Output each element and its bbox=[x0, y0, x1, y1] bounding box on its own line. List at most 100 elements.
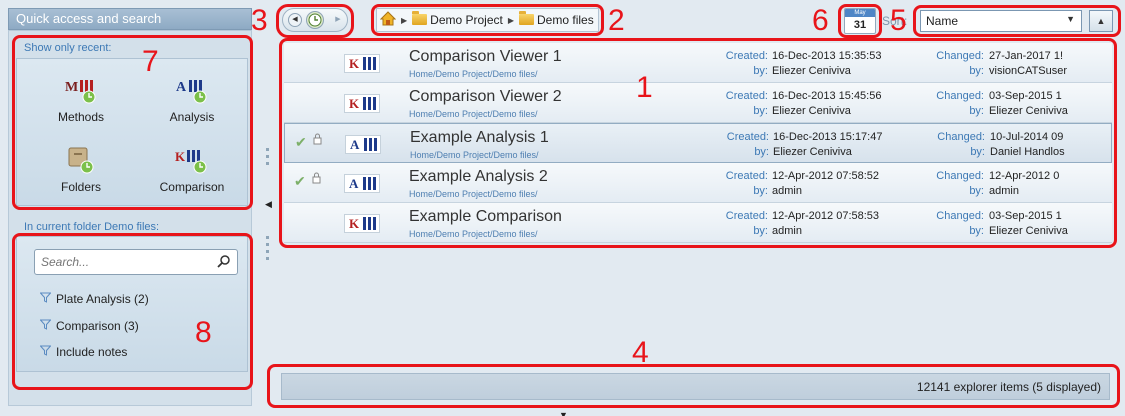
changed-by-value: Daniel Handlos bbox=[990, 146, 1065, 158]
annotation-number-5: 5 bbox=[890, 4, 907, 37]
changed-by-label: by: bbox=[969, 105, 984, 117]
created-by-label: by: bbox=[753, 185, 768, 197]
home-icon[interactable] bbox=[379, 11, 397, 29]
splitter-handle-bottom[interactable] bbox=[266, 236, 269, 264]
changed-value: 27-Jan-2017 1! bbox=[989, 50, 1063, 62]
analysis-icon: A bbox=[344, 174, 380, 193]
breadcrumb-label: Demo Project bbox=[430, 13, 503, 27]
changed-value: 03-Sep-2015 1 bbox=[989, 210, 1062, 222]
breadcrumb-separator-icon[interactable]: ▶ bbox=[508, 16, 514, 25]
folder-icon bbox=[519, 11, 535, 25]
item-name: Example Analysis 2 bbox=[409, 168, 548, 185]
forward-icon[interactable]: ▶ bbox=[331, 13, 345, 27]
changed-by-label: by: bbox=[969, 65, 984, 77]
folders-icon bbox=[63, 146, 99, 174]
collapse-left-icon[interactable]: ◀ bbox=[265, 199, 272, 210]
recent-label: Show only recent: bbox=[24, 42, 112, 54]
svg-text:A: A bbox=[176, 80, 187, 95]
tile-analysis-label: Analysis bbox=[169, 110, 215, 124]
item-path: Home/Demo Project/Demo files/ bbox=[409, 109, 538, 119]
created-value: 12-Apr-2012 07:58:52 bbox=[772, 170, 880, 182]
created-value: 16-Dec-2013 15:35:53 bbox=[772, 50, 882, 62]
created-label: Created: bbox=[725, 50, 768, 62]
splitter-handle-top[interactable] bbox=[266, 148, 269, 169]
changed-by-label: by: bbox=[969, 185, 984, 197]
created-by-label: by: bbox=[753, 225, 768, 237]
sort-value: Name bbox=[926, 14, 959, 28]
created-by-value: admin bbox=[772, 185, 802, 197]
svg-text:M: M bbox=[65, 80, 78, 95]
item-path: Home/Demo Project/Demo files/ bbox=[409, 69, 538, 79]
changed-label: Changed: bbox=[936, 50, 984, 62]
breadcrumb-label: Demo files bbox=[537, 13, 594, 27]
comparison-icon: K bbox=[344, 94, 380, 113]
recent-history-icon[interactable] bbox=[306, 11, 324, 29]
changed-by-value: Eliezer Ceniviva bbox=[989, 225, 1068, 237]
created-by-value: admin bbox=[772, 225, 802, 237]
list-item[interactable]: K Comparison Viewer 1 Home/Demo Project/… bbox=[284, 43, 1112, 83]
svg-text:K: K bbox=[175, 149, 186, 164]
tile-folders[interactable]: Folders bbox=[26, 146, 136, 194]
created-label: Created: bbox=[726, 131, 769, 143]
collapse-down-icon[interactable]: ▼ bbox=[559, 410, 568, 416]
sort-ascending-icon: ▲ bbox=[1096, 16, 1106, 26]
filter-include-notes[interactable]: Include notes bbox=[39, 345, 127, 359]
calendar-month: May bbox=[845, 9, 875, 17]
status-text: 12141 explorer items (5 displayed) bbox=[916, 380, 1101, 394]
analysis-icon: A bbox=[174, 76, 210, 104]
filter-plate-analysis[interactable]: Plate Analysis (2) bbox=[39, 292, 149, 306]
filter-label: Comparison (3) bbox=[56, 319, 139, 333]
changed-value: 10-Jul-2014 09 bbox=[990, 131, 1064, 143]
tile-methods[interactable]: M Methods bbox=[26, 76, 136, 124]
lock-icon bbox=[312, 172, 321, 184]
tile-analysis[interactable]: A Analysis bbox=[137, 76, 247, 124]
search-icon[interactable] bbox=[217, 254, 231, 271]
search-input[interactable] bbox=[35, 250, 211, 274]
created-value: 16-Dec-2013 15:45:56 bbox=[772, 90, 882, 102]
created-label: Created: bbox=[725, 210, 768, 222]
created-by-label: by: bbox=[753, 105, 768, 117]
created-by-value: Eliezer Ceniviva bbox=[772, 65, 851, 77]
quick-access-header: Quick access and search bbox=[8, 8, 252, 30]
breadcrumb-separator-icon[interactable]: ▶ bbox=[401, 16, 407, 25]
list-item-selected[interactable]: ✔ A Example Analysis 1 Home/Demo Project… bbox=[284, 123, 1112, 163]
breadcrumb-demo-files[interactable]: Demo files bbox=[519, 11, 594, 27]
created-by-value: Eliezer Ceniviva bbox=[772, 105, 851, 117]
item-name: Example Comparison bbox=[409, 208, 562, 225]
folder-label: In current folder Demo files: bbox=[24, 221, 160, 233]
back-icon[interactable]: ◀ bbox=[288, 13, 302, 27]
created-by-value: Eliezer Ceniviva bbox=[773, 146, 852, 158]
tile-methods-label: Methods bbox=[57, 110, 105, 124]
search-field[interactable] bbox=[34, 249, 238, 275]
folder-icon bbox=[412, 11, 428, 25]
calendar-icon[interactable]: May 31 bbox=[844, 8, 876, 34]
tile-comparison-label: Comparison bbox=[159, 180, 225, 194]
created-value: 16-Dec-2013 15:17:47 bbox=[773, 131, 883, 143]
filter-icon bbox=[39, 292, 52, 306]
list-item[interactable]: ✔ A Example Analysis 2 Home/Demo Project… bbox=[284, 163, 1112, 203]
tile-comparison[interactable]: K Comparison bbox=[137, 146, 247, 194]
annotation-number-1: 1 bbox=[636, 71, 653, 104]
changed-by-value: visionCATSuser bbox=[989, 65, 1068, 77]
sort-select[interactable]: Name ▼ bbox=[920, 10, 1082, 32]
annotation-number-7: 7 bbox=[142, 45, 159, 78]
breadcrumb: ▶ Demo Project ▶ Demo files bbox=[376, 8, 599, 32]
created-by-label: by: bbox=[754, 146, 769, 158]
list-item[interactable]: K Example Comparison Home/Demo Project/D… bbox=[284, 203, 1112, 243]
filter-comparison[interactable]: Comparison (3) bbox=[39, 319, 139, 333]
list-item[interactable]: K Comparison Viewer 2 Home/Demo Project/… bbox=[284, 83, 1112, 123]
breadcrumb-demo-project[interactable]: Demo Project bbox=[412, 11, 503, 27]
annotation-number-2: 2 bbox=[608, 4, 625, 37]
changed-label: Changed: bbox=[936, 210, 984, 222]
changed-value: 03-Sep-2015 1 bbox=[989, 90, 1062, 102]
methods-icon: M bbox=[63, 76, 99, 104]
annotation-number-3: 3 bbox=[251, 4, 268, 37]
created-label: Created: bbox=[725, 90, 768, 102]
changed-label: Changed: bbox=[936, 90, 984, 102]
created-value: 12-Apr-2012 07:58:53 bbox=[772, 210, 880, 222]
checkmark-icon: ✔ bbox=[295, 134, 307, 150]
changed-by-value: admin bbox=[989, 185, 1019, 197]
comparison-icon: K bbox=[344, 54, 380, 73]
annotation-number-6: 6 bbox=[812, 4, 829, 37]
sort-direction-button[interactable]: ▲ bbox=[1089, 10, 1113, 32]
